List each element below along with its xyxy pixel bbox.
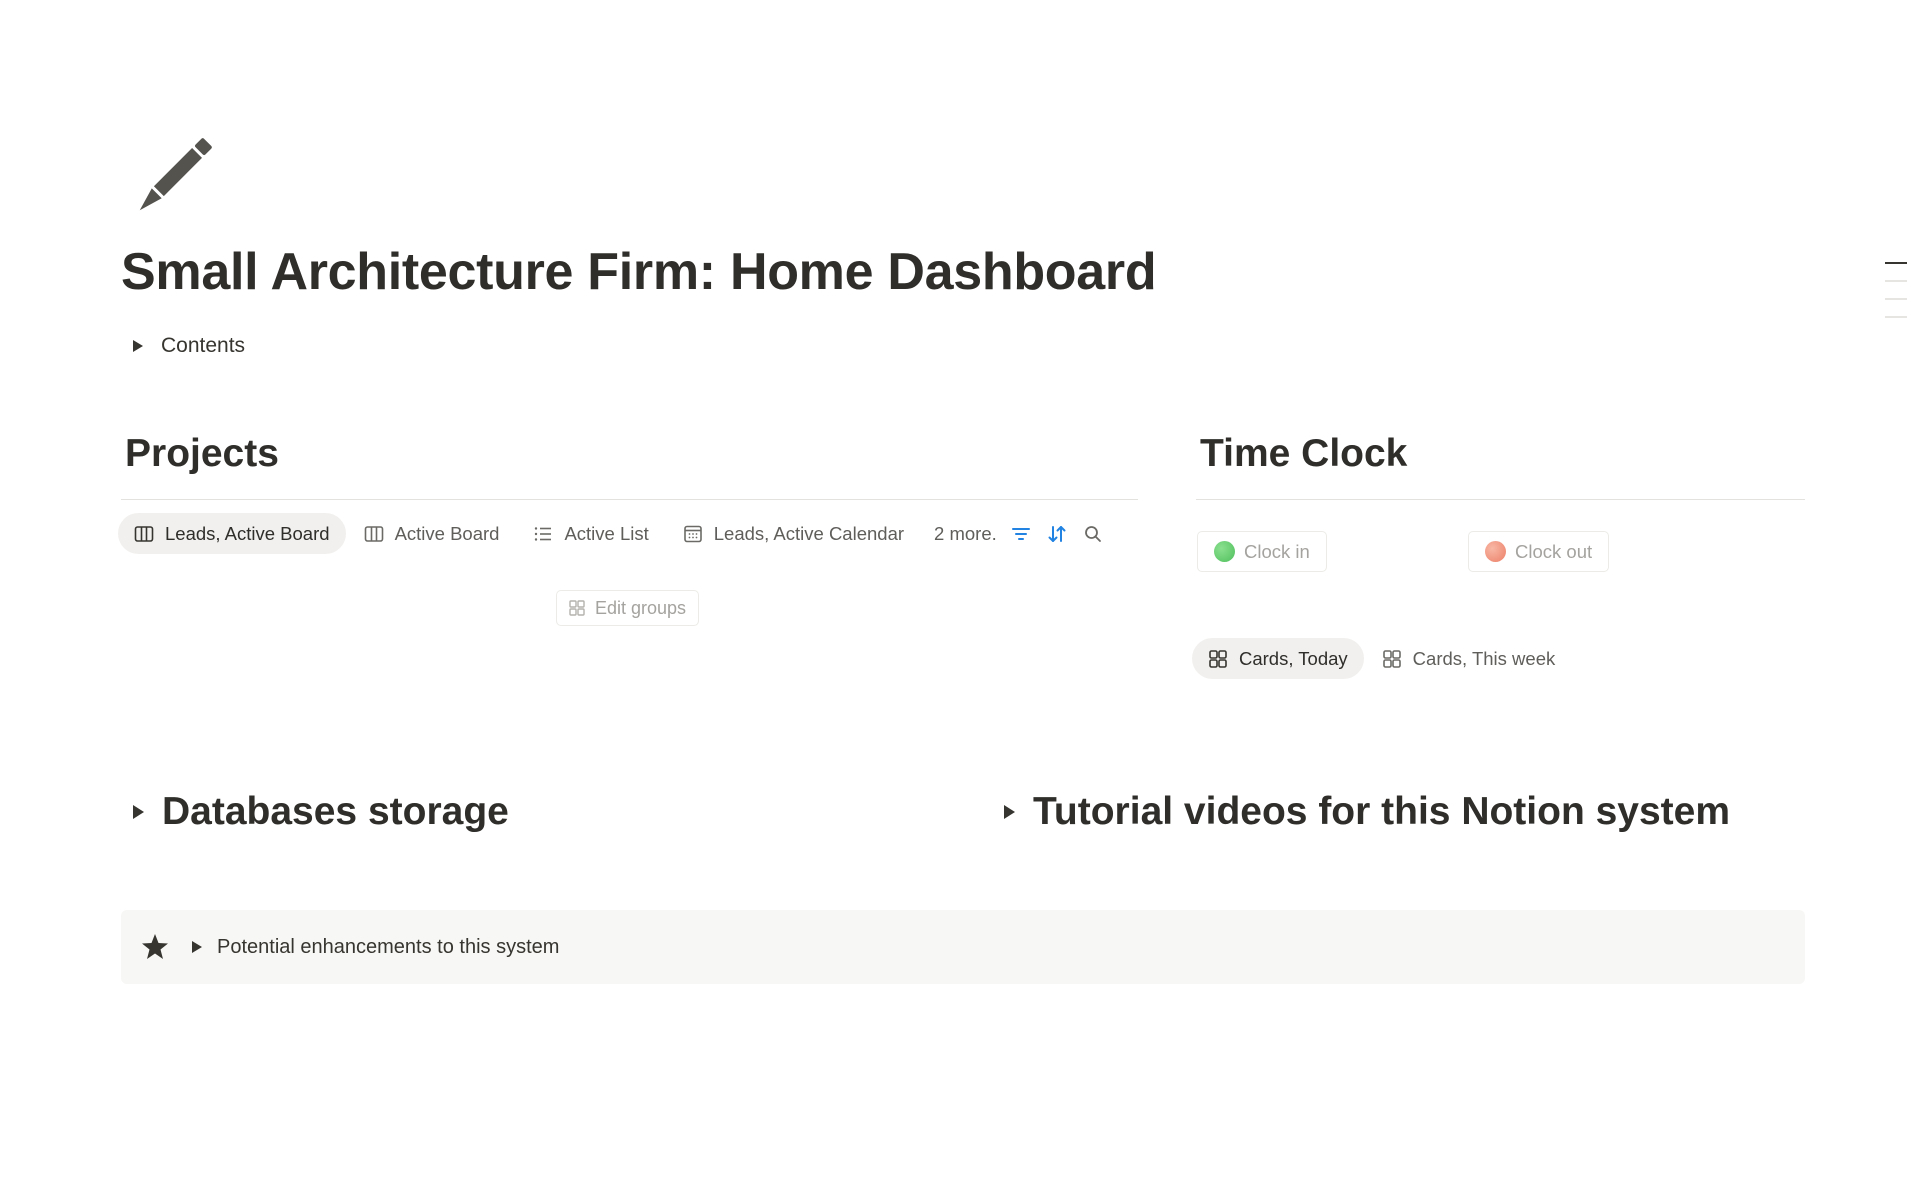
clock-out-button[interactable]: Clock out xyxy=(1468,531,1610,572)
green-circle-icon xyxy=(1214,541,1235,562)
contents-toggle-label: Contents xyxy=(161,334,246,357)
toggle-arrow-icon[interactable] xyxy=(133,805,144,819)
enhancements-label: Potential enhancements to this system xyxy=(217,935,560,958)
gallery-icon xyxy=(1208,649,1228,669)
time-clock-divider xyxy=(1196,499,1805,500)
enhancements-toggle[interactable]: Potential enhancements to this system xyxy=(192,936,559,959)
table-of-contents-minimap[interactable] xyxy=(1885,262,1907,334)
tab-label: Leads, Active Calendar xyxy=(713,522,905,544)
clock-in-button[interactable]: Clock in xyxy=(1197,531,1327,572)
grid-icon xyxy=(569,600,585,616)
clock-in-label: Clock in xyxy=(1244,540,1310,562)
tab-active-list[interactable]: Active List xyxy=(517,513,664,554)
tab-label: Active List xyxy=(564,522,649,544)
more-views-button[interactable]: 2 more. xyxy=(934,523,997,545)
toggle-arrow-icon[interactable] xyxy=(133,340,143,352)
notion-page: Small Architecture Firm: Home Dashboard … xyxy=(0,0,1920,1199)
calendar-icon xyxy=(683,524,703,544)
toggle-arrow-icon[interactable] xyxy=(1004,805,1015,819)
toc-line[interactable] xyxy=(1885,280,1907,282)
tab-cards-this-week[interactable]: Cards, This week xyxy=(1366,638,1572,679)
toc-line[interactable] xyxy=(1885,316,1907,318)
tab-cards-today[interactable]: Cards, Today xyxy=(1192,638,1364,679)
projects-heading: Projects xyxy=(125,432,279,475)
toggle-arrow-icon[interactable] xyxy=(192,941,202,953)
pencil-icon[interactable] xyxy=(128,132,218,222)
time-clock-view-tabs: Cards, Today Cards, This week xyxy=(1192,638,1571,679)
list-icon xyxy=(533,524,553,544)
databases-storage-label: Databases storage xyxy=(162,790,509,833)
clock-out-label: Clock out xyxy=(1515,540,1593,562)
enhancements-callout: Potential enhancements to this system xyxy=(121,910,1805,984)
edit-groups-button[interactable]: Edit groups xyxy=(556,590,700,626)
gallery-icon xyxy=(1382,649,1402,669)
edit-groups-label: Edit groups xyxy=(595,597,687,618)
projects-view-tabs: Leads, Active Board Active Board Active … xyxy=(118,513,1105,554)
tab-label: Cards, This week xyxy=(1412,647,1556,669)
contents-toggle[interactable]: Contents xyxy=(133,334,245,358)
star-icon[interactable] xyxy=(140,932,170,962)
time-clock-heading: Time Clock xyxy=(1200,432,1408,475)
tab-active-board[interactable]: Active Board xyxy=(348,513,516,554)
filter-icon[interactable] xyxy=(1009,522,1033,546)
toc-line[interactable] xyxy=(1885,262,1907,264)
tab-label: Cards, Today xyxy=(1239,647,1348,669)
board-icon xyxy=(134,524,154,544)
tab-label: Active Board xyxy=(394,522,500,544)
tutorial-videos-label: Tutorial videos for this Notion system xyxy=(1033,790,1731,833)
search-icon[interactable] xyxy=(1081,522,1105,546)
red-circle-icon xyxy=(1485,541,1506,562)
toc-line[interactable] xyxy=(1885,298,1907,300)
tutorial-videos-toggle[interactable]: Tutorial videos for this Notion system xyxy=(1004,790,1730,834)
page-title: Small Architecture Firm: Home Dashboard xyxy=(121,243,1157,301)
tab-leads-active-board[interactable]: Leads, Active Board xyxy=(118,513,346,554)
tab-leads-active-calendar[interactable]: Leads, Active Calendar xyxy=(667,513,920,554)
sort-icon[interactable] xyxy=(1045,522,1069,546)
projects-divider xyxy=(121,499,1138,500)
tab-label: Leads, Active Board xyxy=(165,522,330,544)
databases-storage-toggle[interactable]: Databases storage xyxy=(133,790,509,834)
board-icon xyxy=(364,524,384,544)
